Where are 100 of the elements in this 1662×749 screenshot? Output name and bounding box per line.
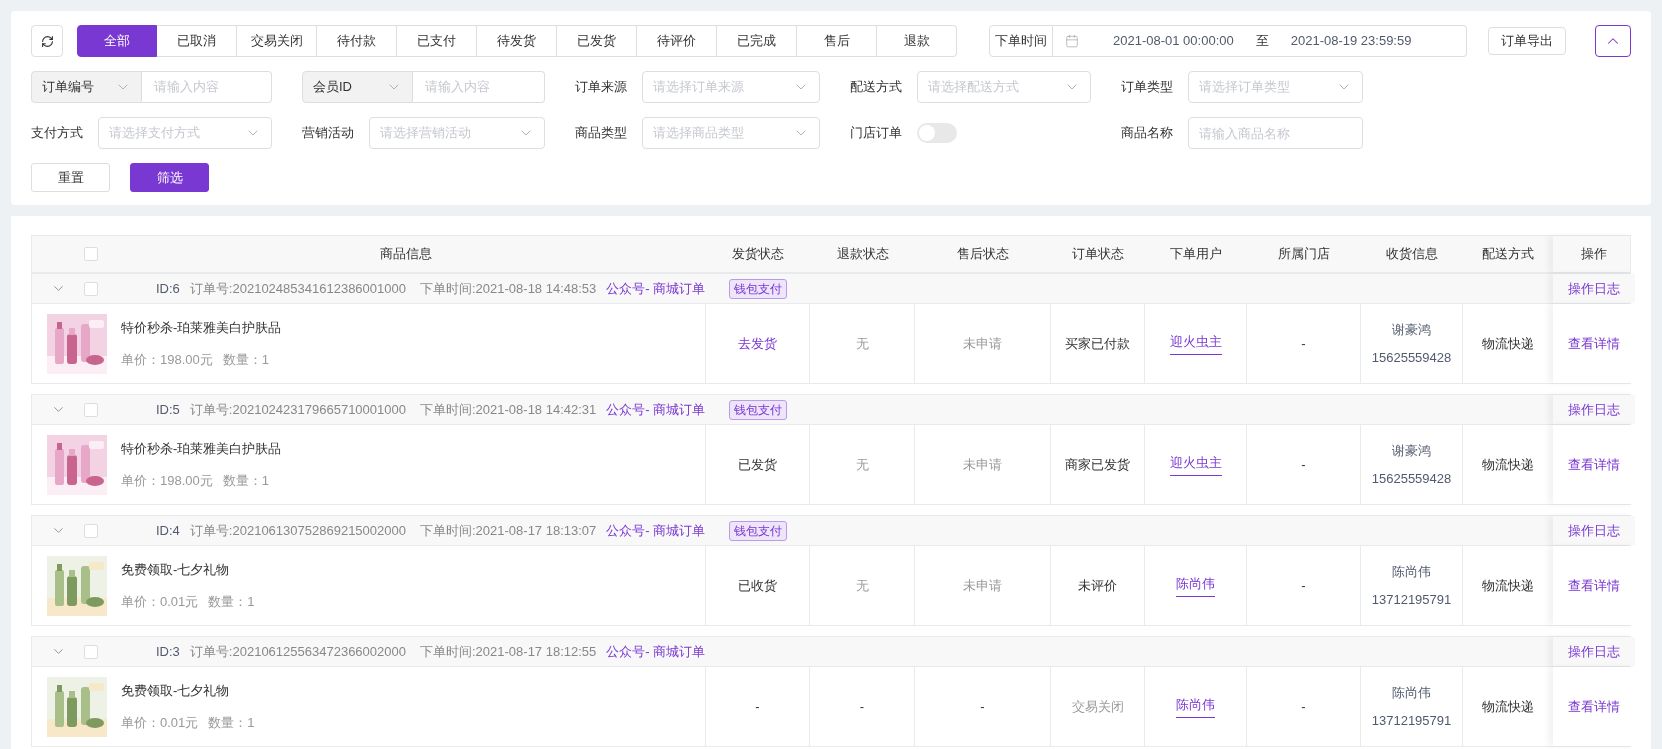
status-tab[interactable]: 已支付 [397,25,477,57]
status-tab[interactable]: 已完成 [717,25,797,57]
order-source: 公众号- 商城订单 [606,279,706,298]
status-tab[interactable]: 全部 [77,25,157,57]
order-id: ID:3 [156,642,180,661]
shipping-status: 已发货 [738,455,777,474]
order-time: 下单时间:2021-08-18 14:48:53 [420,279,597,298]
status-tab[interactable]: 待发货 [477,25,557,57]
status-tab[interactable]: 售后 [797,25,877,57]
filter-label: 支付方式 [31,124,84,143]
receiver-name: 陈尚伟 [1392,684,1431,702]
shipping-status: 已收货 [738,576,777,595]
status-tab[interactable]: 待付款 [317,25,397,57]
aftersale-status: 未申请 [963,334,1002,353]
order-time: 下单时间:2021-08-18 14:42:31 [420,400,597,419]
payment-tag: 钱包支付 [729,520,787,541]
filter-label: 商品名称 [1121,124,1174,143]
unit-price: 单价：198.00元 [121,350,213,369]
receiver-name: 陈尚伟 [1392,563,1431,581]
aftersale-status: - [980,697,985,716]
status-tab[interactable]: 交易关闭 [237,25,317,57]
checkbox[interactable] [84,247,98,261]
log-link[interactable]: 操作日志 [1568,641,1620,662]
delivery-method: 物流快递 [1482,455,1534,474]
unit-price: 单价：0.01元 [121,592,199,611]
user-link[interactable]: 陈尚伟 [1176,694,1215,719]
filter-label: 配送方式 [850,78,903,97]
product-name: 免费领取-七夕礼物 [121,561,231,579]
detail-link[interactable]: 查看详情 [1568,696,1620,717]
order-id: ID:6 [156,279,180,298]
reset-button[interactable]: 重置 [31,163,110,192]
order-source: 公众号- 商城订单 [606,400,706,419]
product-name: 特价秒杀-珀莱雅美白护肤品 [121,319,282,337]
column-header: 退款状态 [836,245,889,264]
refund-status: 无 [855,334,869,353]
quantity: 数量：1 [208,592,255,611]
delivery-method: 物流快递 [1482,697,1534,716]
aftersale-status: 未申请 [963,455,1002,474]
product-name: 免费领取-七夕礼物 [121,682,231,700]
unit-price: 单价：198.00元 [121,471,213,490]
log-link[interactable]: 操作日志 [1568,278,1620,299]
store-value: - [1301,697,1306,716]
refresh-icon [40,34,54,48]
log-link[interactable]: 操作日志 [1568,520,1620,541]
order-source: 公众号- 商城订单 [606,521,706,540]
column-header: 售后状态 [957,245,1009,264]
order-status: 未评价 [1078,576,1117,595]
delivery-method: 物流快递 [1482,334,1534,353]
quantity: 数量：1 [222,350,269,369]
order-id: ID:4 [156,521,180,540]
order-number: 订单号:202102423179665710001000 [189,400,406,419]
delivery-method: 物流快递 [1482,576,1534,595]
order-status: 交易关闭 [1071,697,1124,716]
payment-tag: 钱包支付 [729,278,787,299]
refresh-button[interactable] [31,25,63,57]
date-range-field[interactable]: 2021-08-01 00:00:00 至 2021-08-19 23:59:59 [1053,25,1467,57]
product-name: 特价秒杀-珀莱雅美白护肤品 [121,440,282,458]
receiver-phone: 15625559428 [1371,469,1452,488]
receiver-phone: 13712195791 [1371,590,1452,609]
filter-label: 门店订单 [850,124,903,143]
field-type-select[interactable]: 订单编号 [31,71,142,103]
receiver-phone: 13712195791 [1371,711,1452,730]
status-tab[interactable]: 退款 [877,25,957,57]
receiver-name: 谢豪鸿 [1392,321,1431,339]
checkbox[interactable] [84,402,98,417]
shipping-status: - [755,697,760,716]
collapse-button[interactable] [1595,25,1631,57]
log-link[interactable]: 操作日志 [1568,399,1620,420]
user-link[interactable]: 迎火虫主 [1169,452,1222,477]
status-tab[interactable]: 已发货 [557,25,637,57]
order-status: 商家已发货 [1065,455,1130,474]
column-header: 操作 [1581,245,1607,264]
filter-label: 营销活动 [302,124,355,143]
shipping-status: 去发货 [738,334,777,353]
export-button[interactable]: 订单导出 [1488,27,1566,55]
store-value: - [1301,576,1306,595]
column-header: 下单用户 [1170,245,1222,264]
detail-link[interactable]: 查看详情 [1568,454,1620,475]
field-type-select[interactable]: 会员ID [302,71,413,103]
column-header: 发货状态 [732,245,784,264]
order-time: 下单时间:2021-08-17 18:12:55 [420,642,597,661]
filter-button[interactable]: 筛选 [130,163,209,192]
order-status: 买家已付款 [1065,334,1130,353]
order-id: ID:5 [156,400,180,419]
detail-link[interactable]: 查看详情 [1568,575,1620,596]
receiver-name: 谢豪鸿 [1392,442,1431,460]
checkbox[interactable] [84,523,98,538]
calendar-icon [1065,34,1079,48]
column-header: 收货信息 [1386,245,1438,264]
checkbox[interactable] [84,281,98,296]
status-tab[interactable]: 已取消 [157,25,237,57]
status-tab[interactable]: 待评价 [637,25,717,57]
store-value: - [1301,455,1306,474]
order-number: 订单号:202106125563472366002000 [189,642,406,661]
detail-link[interactable]: 查看详情 [1568,333,1620,354]
user-link[interactable]: 陈尚伟 [1176,573,1215,598]
order-source: 公众号- 商城订单 [606,642,706,661]
checkbox[interactable] [84,644,98,659]
user-link[interactable]: 迎火虫主 [1169,331,1222,356]
column-header: 配送方式 [1482,245,1534,264]
